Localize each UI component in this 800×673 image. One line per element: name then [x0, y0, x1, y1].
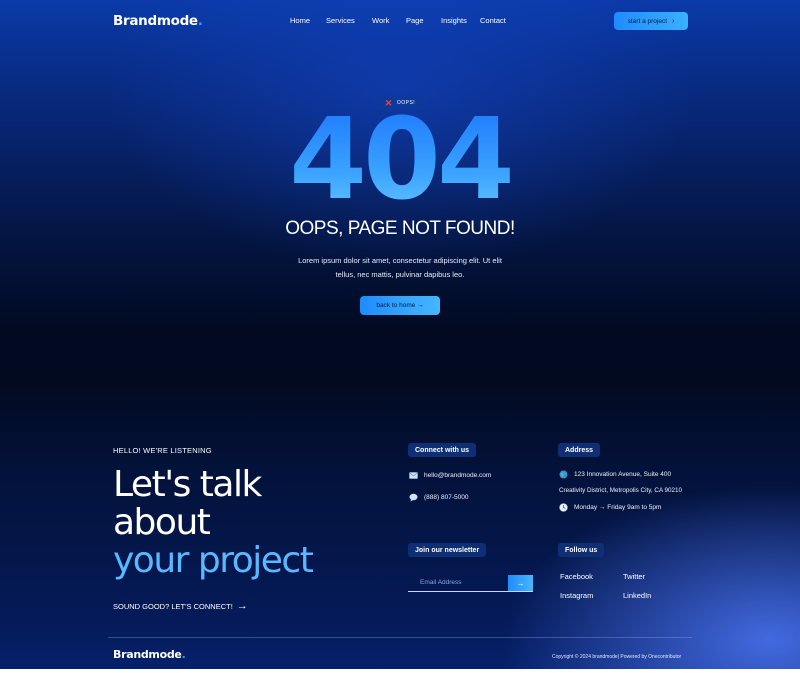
social-instagram[interactable]: Instagram	[560, 591, 593, 600]
page-not-found-heading: OOPS, PAGE NOT FOUND!	[285, 218, 515, 239]
chat-bubble-icon	[409, 493, 418, 502]
newsletter-submit-button[interactable]: →	[508, 575, 533, 591]
heading-line-3: your project	[113, 540, 314, 581]
start-project-label: start a project	[627, 17, 668, 25]
brand-logo[interactable]: Brandmode.	[113, 13, 203, 29]
nav-page[interactable]: Page	[406, 16, 424, 25]
back-to-home-button[interactable]: back to home →	[360, 296, 440, 315]
logo-dot: .	[197, 13, 203, 29]
address-line-1-text: 123 Innovation Avenue, Suite 400	[574, 471, 672, 478]
newsletter-title: Join our newsletter	[408, 543, 487, 557]
page: Brandmode. Home Services Work Page Insig…	[0, 0, 800, 673]
lets-talk-heading: Let's talk about your project	[113, 464, 314, 581]
connect-with-us-title: Connect with us	[408, 443, 477, 457]
copyright-text: Copyright © 2024 brandmode| Powered by O…	[552, 654, 682, 660]
footer-logo-text: Brandmode	[113, 648, 182, 661]
arrow-right-icon: →	[516, 578, 525, 588]
address-line-2: Creativity District, Metropolis City, CA…	[559, 487, 683, 494]
globe-icon	[559, 470, 568, 479]
bottom-edge	[0, 669, 800, 673]
lets-connect-label: SOUND GOOD? LET'S CONNECT!	[113, 602, 233, 611]
error-description-line-1: Lorem ipsum dolor sit amet, consectetur …	[298, 256, 502, 265]
nav-home[interactable]: Home	[290, 16, 310, 25]
error-description: Lorem ipsum dolor sit amet, consectetur …	[280, 254, 520, 282]
error-code: 404	[0, 104, 800, 216]
footer-divider	[108, 637, 692, 638]
nav-services[interactable]: Services	[326, 16, 355, 25]
heading-line-2: about	[113, 502, 211, 543]
social-linkedin[interactable]: LinkedIn	[623, 591, 651, 600]
office-hours: Monday → Friday 9am to 5pm	[559, 503, 661, 512]
newsletter-email-input[interactable]	[408, 574, 508, 591]
address-title: Address	[558, 443, 601, 457]
footer-logo-dot: .	[181, 648, 186, 661]
arrow-right-icon: →	[236, 600, 248, 612]
nav-contact[interactable]: Contact	[480, 16, 506, 25]
newsletter-form: →	[408, 574, 533, 592]
clock-icon	[559, 503, 568, 512]
contact-email[interactable]: hello@brandmode.com	[409, 471, 491, 480]
chevron-right-icon: ›	[672, 17, 675, 25]
nav-insights[interactable]: Insights	[441, 16, 467, 25]
mail-icon	[409, 471, 418, 480]
nav-work[interactable]: Work	[372, 16, 389, 25]
logo-text: Brandmode	[113, 13, 198, 29]
address-line-1: 123 Innovation Avenue, Suite 400	[559, 470, 671, 479]
contact-phone[interactable]: (888) 807-5000	[409, 493, 468, 502]
hello-tagline: HELLO! WE'RE LISTENING	[113, 446, 212, 455]
lets-connect-link[interactable]: SOUND GOOD? LET'S CONNECT! →	[113, 601, 248, 612]
office-hours-text: Monday → Friday 9am to 5pm	[574, 504, 662, 511]
footer-logo[interactable]: Brandmode.	[113, 648, 186, 661]
contact-email-text: hello@brandmode.com	[424, 472, 492, 479]
social-twitter[interactable]: Twitter	[623, 572, 645, 581]
follow-us-title: Follow us	[558, 543, 605, 557]
social-facebook[interactable]: Facebook	[560, 572, 593, 581]
start-project-button[interactable]: start a project ›	[614, 12, 688, 30]
error-description-line-2: tellus, nec mattis, pulvinar dapibus leo…	[335, 270, 465, 279]
contact-phone-text: (888) 807-5000	[424, 494, 469, 501]
heading-line-1: Let's talk	[113, 464, 262, 505]
